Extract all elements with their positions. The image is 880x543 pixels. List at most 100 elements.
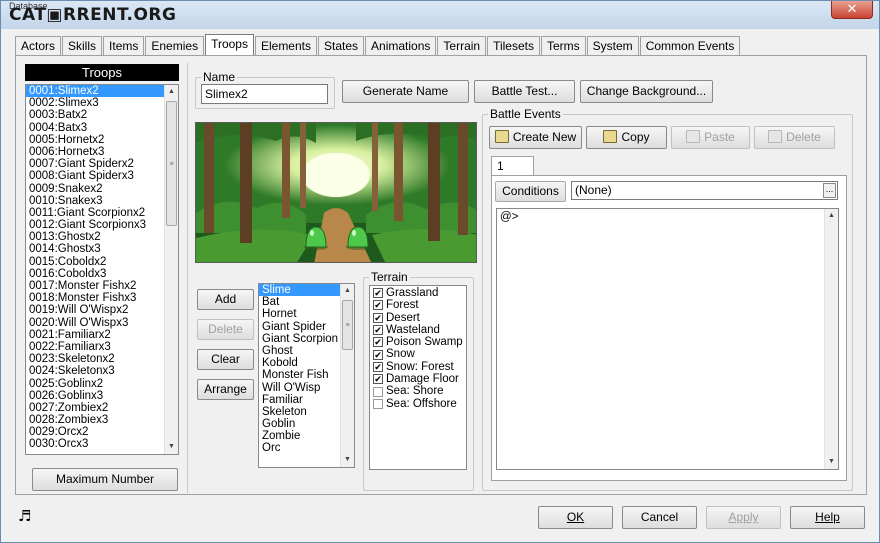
terrain-checklist[interactable]: ✔ Grassland ✔ Forest ✔ Desert ✔ Wasteland ✔ Poiso…: [369, 285, 467, 470]
troop-list-item[interactable]: 0017:Monster Fishx2: [26, 280, 178, 292]
checkbox-checked-icon[interactable]: ✔: [373, 325, 383, 336]
copy-event-button[interactable]: Copy: [586, 126, 667, 149]
troop-list-item[interactable]: 0019:Will O'Wispx2: [26, 304, 178, 316]
create-new-event-button[interactable]: Create New: [489, 126, 582, 149]
change-background-button[interactable]: Change Background...: [580, 80, 713, 103]
paste-event-button[interactable]: Paste: [671, 126, 750, 149]
delete-enemy-button[interactable]: Delete: [197, 319, 254, 340]
troop-list-item[interactable]: 0021:Familiarx2: [26, 329, 178, 341]
troop-list[interactable]: 0001:Slimex2 0002:Slimex3 0003:Batx2 0004:B…: [25, 84, 179, 455]
troop-list-item[interactable]: 0003:Batx2: [26, 109, 178, 121]
scroll-thumb[interactable]: ≡: [342, 300, 353, 350]
event-page-tab[interactable]: 1: [491, 156, 534, 176]
scroll-up-icon[interactable]: ▲: [825, 209, 838, 223]
tab-troops[interactable]: Troops: [205, 34, 254, 55]
troop-list-item[interactable]: 0013:Ghostx2: [26, 231, 178, 243]
troop-list-item[interactable]: 0030:Orcx3: [26, 438, 178, 450]
conditions-button[interactable]: Conditions: [495, 181, 566, 202]
checkbox-checked-icon[interactable]: ✔: [373, 361, 383, 372]
enemy-list-scrollbar[interactable]: ▲ ≡ ▼: [340, 284, 354, 467]
terrain-checkbox-row[interactable]: ✔ Snow: Forest: [370, 361, 466, 373]
cancel-button[interactable]: Cancel: [622, 506, 697, 529]
terrain-checkbox-row[interactable]: Sea: Offshore: [370, 398, 466, 410]
troop-list-item[interactable]: 0001:Slimex2: [26, 85, 178, 98]
event-command-row[interactable]: @>: [497, 209, 838, 223]
checkbox-checked-icon[interactable]: ✔: [373, 349, 383, 360]
checkbox-checked-icon[interactable]: ✔: [373, 374, 383, 385]
apply-button[interactable]: Apply: [706, 506, 781, 529]
enemy-list[interactable]: Slime Bat Hornet Giant Spider Giant Scorpion…: [258, 283, 355, 468]
add-enemy-button[interactable]: Add: [197, 289, 254, 310]
terrain-checkbox-row[interactable]: ✔ Damage Floor: [370, 373, 466, 385]
troop-list-item[interactable]: 0022:Familiarx3: [26, 341, 178, 353]
troop-list-item[interactable]: 0012:Giant Scorpionx3: [26, 219, 178, 231]
conditions-field[interactable]: (None): [571, 181, 838, 200]
troop-list-item[interactable]: 0005:Hornetx2: [26, 134, 178, 146]
tab-animations[interactable]: Animations: [365, 36, 437, 55]
tab-skills[interactable]: Skills: [62, 36, 103, 55]
tab-states[interactable]: States: [318, 36, 365, 55]
troop-list-item[interactable]: 0015:Coboldx2: [26, 256, 178, 268]
troop-list-item[interactable]: 0016:Coboldx3: [26, 268, 178, 280]
troop-list-item[interactable]: 0026:Goblinx3: [26, 390, 178, 402]
delete-event-button[interactable]: Delete: [754, 126, 835, 149]
tab-common-events[interactable]: Common Events: [639, 36, 741, 55]
terrain-checkbox-row[interactable]: ✔ Wasteland: [370, 324, 466, 336]
battle-test-button[interactable]: Battle Test...: [474, 80, 575, 103]
terrain-checkbox-row[interactable]: ✔ Desert: [370, 312, 466, 324]
troop-list-item[interactable]: 0002:Slimex3: [26, 97, 178, 109]
ok-button[interactable]: OK: [538, 506, 613, 529]
event-list-scrollbar[interactable]: ▲ ▼: [824, 209, 838, 469]
clear-enemies-button[interactable]: Clear: [197, 349, 254, 370]
terrain-checkbox-row[interactable]: ✔ Poison Swamp: [370, 336, 466, 348]
checkbox-checked-icon[interactable]: ✔: [373, 337, 383, 348]
help-button[interactable]: Help: [790, 506, 865, 529]
tab-system[interactable]: System: [586, 36, 639, 55]
tab-tilesets[interactable]: Tilesets: [487, 36, 540, 55]
troop-list-item[interactable]: 0018:Monster Fishx3: [26, 292, 178, 304]
troop-list-item[interactable]: 0004:Batx3: [26, 122, 178, 134]
scroll-down-icon[interactable]: ▼: [341, 453, 354, 467]
checkbox-checked-icon[interactable]: ✔: [373, 312, 383, 323]
scroll-up-icon[interactable]: ▲: [341, 284, 354, 298]
troop-list-item[interactable]: 0007:Giant Spiderx2: [26, 158, 178, 170]
troop-list-item[interactable]: 0028:Zombiex3: [26, 414, 178, 426]
troop-list-item[interactable]: 0027:Zombiex2: [26, 402, 178, 414]
arrange-enemies-button[interactable]: Arrange: [197, 379, 254, 400]
checkbox-checked-icon[interactable]: ✔: [373, 288, 383, 299]
conditions-ellipsis-button[interactable]: ...: [823, 183, 836, 198]
troop-list-item[interactable]: 0025:Goblinx2: [26, 378, 178, 390]
terrain-checkbox-row[interactable]: ✔ Snow: [370, 348, 466, 360]
troop-list-item[interactable]: 0009:Snakex2: [26, 183, 178, 195]
troop-list-item[interactable]: 0029:Orcx2: [26, 426, 178, 438]
terrain-checkbox-row[interactable]: ✔ Forest: [370, 299, 466, 311]
troop-list-item[interactable]: 0020:Will O'Wispx3: [26, 317, 178, 329]
generate-name-button[interactable]: Generate Name: [342, 80, 469, 103]
tab-enemies[interactable]: Enemies: [145, 36, 205, 55]
tab-items[interactable]: Items: [103, 36, 145, 55]
tab-terrain[interactable]: Terrain: [437, 36, 487, 55]
checkbox-checked-icon[interactable]: ✔: [373, 300, 383, 311]
terrain-checkbox-row[interactable]: Sea: Shore: [370, 385, 466, 397]
checkbox-unchecked-icon[interactable]: [373, 398, 383, 409]
close-button[interactable]: ✕: [831, 1, 873, 19]
tab-elements[interactable]: Elements: [254, 36, 317, 55]
troop-list-item[interactable]: 0023:Skeletonx2: [26, 353, 178, 365]
troop-list-scrollbar[interactable]: ▲ ≡ ▼: [164, 85, 178, 454]
scroll-down-icon[interactable]: ▼: [165, 440, 178, 454]
maximum-number-button[interactable]: Maximum Number: [32, 468, 178, 491]
scroll-down-icon[interactable]: ▼: [825, 455, 838, 469]
scroll-up-icon[interactable]: ▲: [165, 85, 178, 99]
checkbox-unchecked-icon[interactable]: [373, 386, 383, 397]
tab-actors[interactable]: Actors: [15, 36, 62, 55]
event-contents-list[interactable]: @> ▲ ▼: [496, 208, 839, 470]
troop-list-item[interactable]: 0011:Giant Scorpionx2: [26, 207, 178, 219]
music-icon[interactable]: ♬: [18, 507, 31, 525]
troop-list-item[interactable]: 0006:Hornetx3: [26, 146, 178, 158]
tab-terms[interactable]: Terms: [541, 36, 586, 55]
scroll-thumb[interactable]: ≡: [166, 101, 177, 226]
battle-preview[interactable]: [195, 122, 477, 263]
troop-list-item[interactable]: 0010:Snakex3: [26, 195, 178, 207]
terrain-checkbox-row[interactable]: ✔ Grassland: [370, 287, 466, 299]
troop-list-item[interactable]: 0014:Ghostx3: [26, 243, 178, 255]
